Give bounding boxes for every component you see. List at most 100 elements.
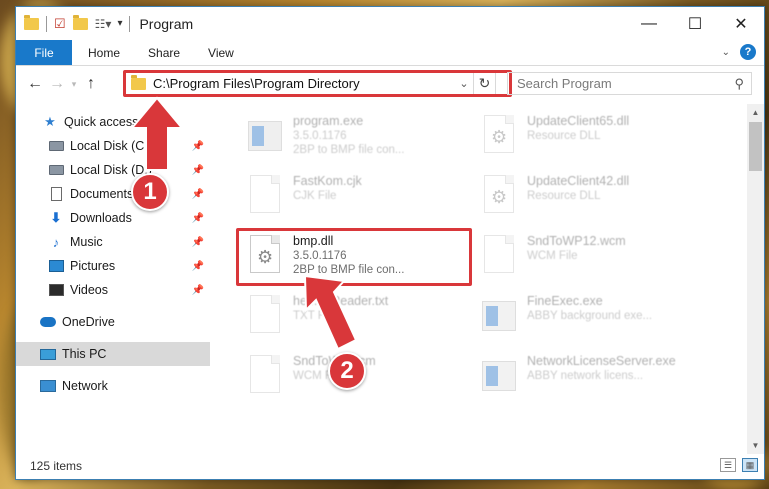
window-controls: — ☐ ✕ xyxy=(626,7,764,40)
maximize-button[interactable]: ☐ xyxy=(672,7,718,40)
nav-item-music[interactable]: ♪ Music 📌 xyxy=(16,230,210,254)
onedrive-icon xyxy=(40,315,56,329)
nav-item-label: Music xyxy=(70,235,103,249)
pin-icon[interactable]: 📌 xyxy=(192,261,204,272)
step-badge-2: 2 xyxy=(328,352,366,390)
file-item[interactable]: he...neReader.txt TXT File xyxy=(239,288,471,346)
view-toggle: ☰ ▦ xyxy=(720,458,758,472)
toolbar-separator xyxy=(129,15,131,32)
nav-item-label: OneDrive xyxy=(62,315,115,329)
star-icon: ★ xyxy=(44,114,56,129)
pictures-icon xyxy=(48,259,64,273)
music-icon: ♪ xyxy=(52,234,60,250)
window-title: Program xyxy=(139,15,194,32)
ribbon-tabs: File Home Share View ⌄ ? xyxy=(16,40,764,66)
minimize-button[interactable]: — xyxy=(626,7,672,40)
nav-item-quick-access[interactable]: ★ Quick access xyxy=(16,110,210,134)
nav-item-onedrive[interactable]: OneDrive xyxy=(16,310,210,334)
item-count: 125 items xyxy=(30,458,83,473)
nav-item-downloads[interactable]: ⬇ Downloads 📌 xyxy=(16,206,210,230)
search-placeholder: Search Program xyxy=(517,76,612,91)
file-icon xyxy=(245,173,285,219)
highlight-box-address xyxy=(123,70,512,97)
scroll-thumb[interactable] xyxy=(749,122,762,171)
recent-locations-icon[interactable]: ▾ xyxy=(68,79,80,90)
quick-access-toolbar: ☑ ☷▾ ▾ xyxy=(16,14,133,32)
help-icon[interactable]: ? xyxy=(740,44,756,60)
file-item[interactable]: FineExec.exe ABBY background exe... xyxy=(473,288,705,346)
dll-icon: ⚙ xyxy=(479,173,519,219)
nav-item-network[interactable]: Network xyxy=(16,374,210,398)
explorer-window: ☑ ☷▾ ▾ Program — ☐ ✕ File Home Share Vie… xyxy=(15,6,765,480)
nav-item-videos[interactable]: Videos 📌 xyxy=(16,278,210,302)
exe-icon xyxy=(479,293,519,339)
ribbon-right-controls: ⌄ ? xyxy=(722,44,756,60)
customize-toolbar-icon[interactable]: ▾ xyxy=(117,18,122,29)
view-options-icon[interactable]: ☷▾ xyxy=(95,17,112,31)
dll-icon: ⚙ xyxy=(479,113,519,159)
file-item[interactable]: NetworkLicenseServer.exe ABBY network li… xyxy=(473,348,705,406)
downloads-icon: ⬇ xyxy=(50,210,62,225)
nav-item-label: Quick access xyxy=(64,115,139,129)
nav-item-label: Network xyxy=(62,379,108,393)
exe-icon xyxy=(245,113,285,159)
drive-icon xyxy=(48,139,64,153)
folder-icon xyxy=(24,14,39,30)
tiles-view-icon[interactable]: ▦ xyxy=(742,458,758,472)
status-bar: 125 items ☰ ▦ xyxy=(16,452,766,479)
nav-item-pictures[interactable]: Pictures 📌 xyxy=(16,254,210,278)
pin-icon[interactable]: 📌 xyxy=(192,213,204,224)
this-pc-icon xyxy=(40,347,56,361)
network-icon xyxy=(40,379,56,393)
nav-item-label: Pictures xyxy=(70,259,116,273)
nav-item-local-disk-d[interactable]: Local Disk (D:) 📌 xyxy=(16,158,210,182)
file-icon xyxy=(245,353,285,399)
toolbar-separator xyxy=(46,15,47,32)
details-view-icon[interactable]: ☰ xyxy=(720,458,736,472)
tab-file[interactable]: File xyxy=(16,40,72,65)
up-arrow-icon[interactable]: ↑ xyxy=(80,75,102,93)
pin-icon[interactable]: 📌 xyxy=(192,285,204,296)
forward-arrow-icon[interactable]: → xyxy=(46,75,68,93)
file-item[interactable]: ⚙ UpdateClient65.dll Resource DLL xyxy=(473,108,705,166)
nav-item-this-pc[interactable]: This PC xyxy=(16,342,210,366)
nav-item-label: Downloads xyxy=(70,211,132,225)
videos-icon xyxy=(48,283,64,297)
file-item[interactable]: FastKom.cjk CJK File xyxy=(239,168,471,226)
tab-view[interactable]: View xyxy=(194,40,248,65)
expand-ribbon-icon[interactable]: ⌄ xyxy=(722,47,730,58)
scroll-up-icon[interactable]: ▲ xyxy=(747,104,764,121)
pin-icon[interactable]: 📌 xyxy=(192,165,204,176)
pin-icon[interactable]: 📌 xyxy=(192,237,204,248)
documents-icon xyxy=(48,187,64,201)
highlight-box-file xyxy=(236,228,472,286)
vertical-scrollbar[interactable]: ▲ ▼ xyxy=(747,104,764,454)
nav-item-label: Local Disk (C:) xyxy=(70,139,152,153)
file-item[interactable]: program.exe 3.5.0.1176 2BP to BMP file c… xyxy=(239,108,471,166)
tab-home[interactable]: Home xyxy=(72,40,134,65)
file-item[interactable]: ⚙ UpdateClient42.dll Resource DLL xyxy=(473,168,705,226)
nav-item-label: Documents xyxy=(70,187,134,201)
step-badge-1: 1 xyxy=(131,173,169,211)
exe-icon xyxy=(479,353,519,399)
file-item[interactable]: SndToWP12.wcm WCM File xyxy=(473,228,705,286)
navigation-bar: ← → ▾ ↑ C:\Program Files\Program Directo… xyxy=(16,66,764,102)
tab-share[interactable]: Share xyxy=(134,40,194,65)
properties-icon[interactable]: ☑ xyxy=(54,16,66,32)
title-bar: ☑ ☷▾ ▾ Program — ☐ ✕ xyxy=(16,7,764,40)
navigation-pane: ★ Quick access Local Disk (C:) 📌 Local D… xyxy=(16,104,210,454)
close-button[interactable]: ✕ xyxy=(718,7,764,40)
pin-icon[interactable]: 📌 xyxy=(192,189,204,200)
file-icon xyxy=(245,293,285,339)
search-input[interactable]: Search Program ⚲ xyxy=(507,72,752,95)
file-icon xyxy=(479,233,519,279)
nav-item-label: Videos xyxy=(70,283,108,297)
back-arrow-icon[interactable]: ← xyxy=(24,75,46,93)
search-icon[interactable]: ⚲ xyxy=(734,76,744,92)
new-folder-icon[interactable] xyxy=(72,14,88,30)
nav-item-local-disk-c[interactable]: Local Disk (C:) 📌 xyxy=(16,134,210,158)
nav-item-label: This PC xyxy=(62,347,107,361)
drive-icon xyxy=(48,163,64,177)
nav-item-documents[interactable]: Documents 📌 xyxy=(16,182,210,206)
pin-icon[interactable]: 📌 xyxy=(192,141,204,152)
